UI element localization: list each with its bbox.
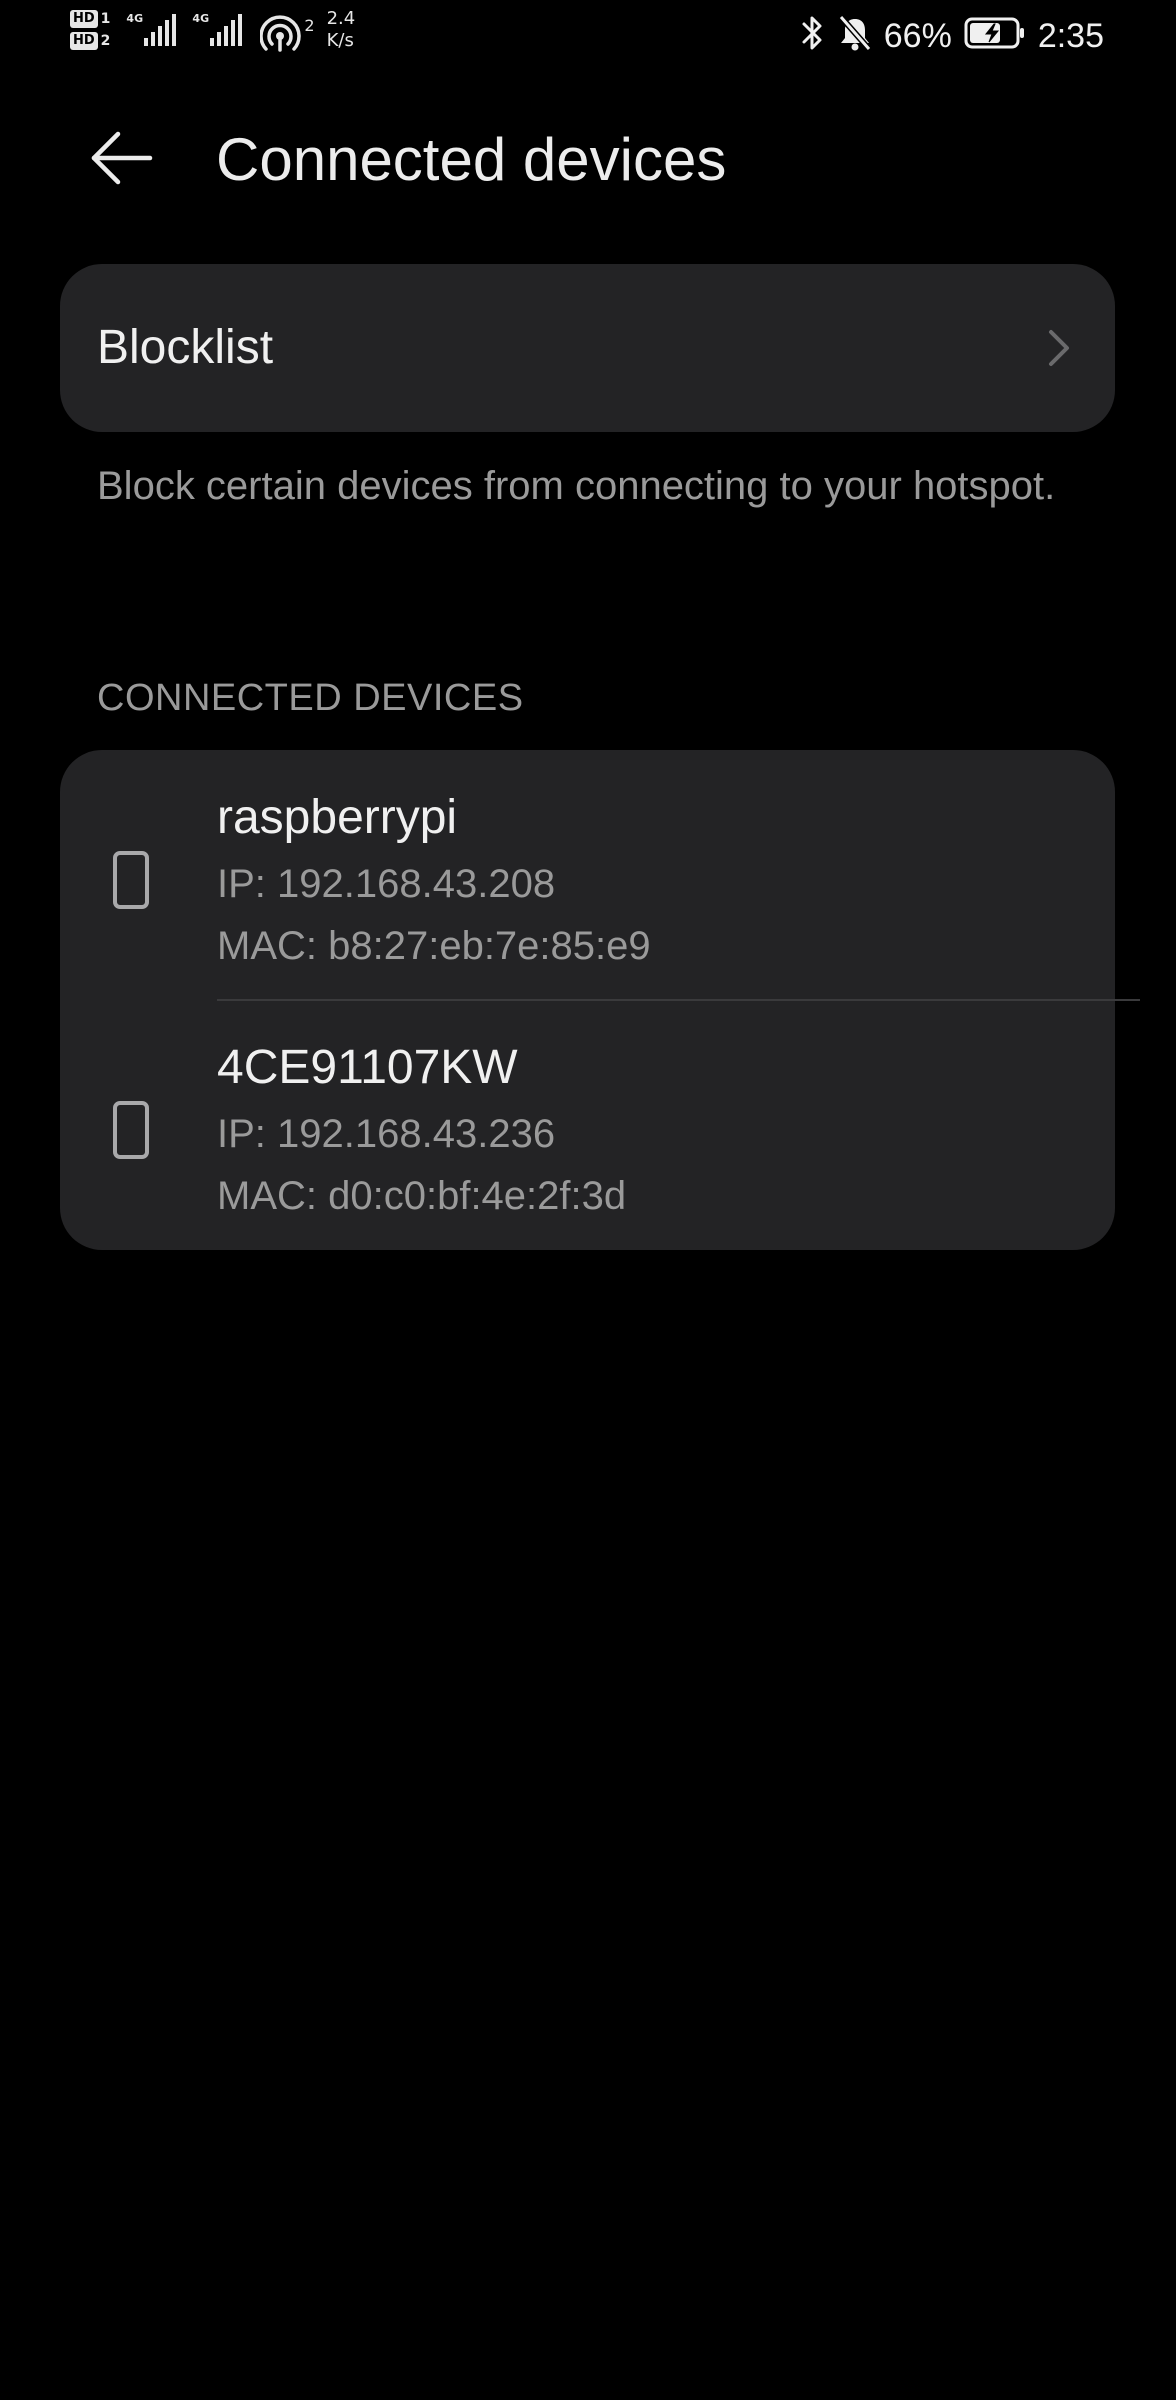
- battery-charging-icon: [964, 16, 1026, 55]
- battery-percent: 66%: [883, 16, 952, 55]
- status-bar: HD 1 HD 2 4G 4G 2 2.4 K/s 66% 2:35: [0, 0, 1176, 70]
- network-type-label: 4G: [126, 12, 144, 25]
- status-bar-right: 66% 2:35: [800, 14, 1104, 57]
- section-header-connected-devices: CONNECTED DEVICES: [97, 677, 524, 719]
- device-ip: IP: 192.168.43.236: [217, 1112, 556, 1156]
- hd-badge: HD: [70, 32, 98, 50]
- status-bar-left: HD 1 HD 2 4G 4G 2 2.4 K/s: [70, 8, 355, 54]
- speed-unit: K/s: [326, 30, 354, 51]
- chevron-right-icon: [1039, 318, 1079, 378]
- device-name: 4CE91107KW: [217, 1041, 518, 1094]
- signal-icon: 4G: [126, 12, 177, 46]
- network-type-label: 4G: [192, 12, 210, 25]
- hotspot-icon: 2: [260, 14, 315, 54]
- blocklist-description: Block certain devices from connecting to…: [97, 464, 1056, 508]
- speed-value: 2.4: [326, 8, 356, 29]
- phone-icon: [112, 850, 150, 910]
- device-mac: MAC: b8:27:eb:7e:85:e9: [217, 924, 651, 968]
- signal-icon: 4G: [192, 12, 243, 46]
- hd-indicators: HD 1 HD 2: [70, 10, 110, 50]
- arrow-left-icon: [88, 130, 154, 191]
- bluetooth-icon: [800, 14, 826, 57]
- page-title: Connected devices: [216, 126, 727, 193]
- connected-devices-list: raspberrypi IP: 192.168.43.208 MAC: b8:2…: [60, 750, 1140, 1250]
- app-bar: Connected devices: [0, 110, 1176, 210]
- hd-badge: HD: [70, 10, 98, 28]
- sim-number: 2: [100, 33, 111, 49]
- device-mac: MAC: d0:c0:bf:4e:2f:3d: [217, 1174, 627, 1218]
- sim1-hd-indicator: HD 1: [70, 10, 110, 28]
- device-row[interactable]: raspberrypi IP: 192.168.43.208 MAC: b8:2…: [60, 750, 1115, 988]
- blocklist-label: Blocklist: [97, 321, 274, 374]
- back-button[interactable]: [88, 125, 178, 195]
- device-name: raspberrypi: [217, 791, 458, 844]
- sim2-hd-indicator: HD 2: [70, 32, 110, 50]
- sim-number: 1: [100, 11, 111, 27]
- phone-icon: [112, 1100, 150, 1160]
- network-speed: 2.4 K/s: [327, 8, 356, 52]
- device-row[interactable]: 4CE91107KW IP: 192.168.43.236 MAC: d0:c0…: [60, 1000, 1115, 1238]
- hotspot-count: 2: [304, 16, 315, 35]
- device-ip: IP: 192.168.43.208: [217, 862, 556, 906]
- blocklist-item[interactable]: Blocklist: [60, 264, 1115, 432]
- clock: 2:35: [1037, 16, 1104, 55]
- silent-bell-icon: [838, 14, 872, 57]
